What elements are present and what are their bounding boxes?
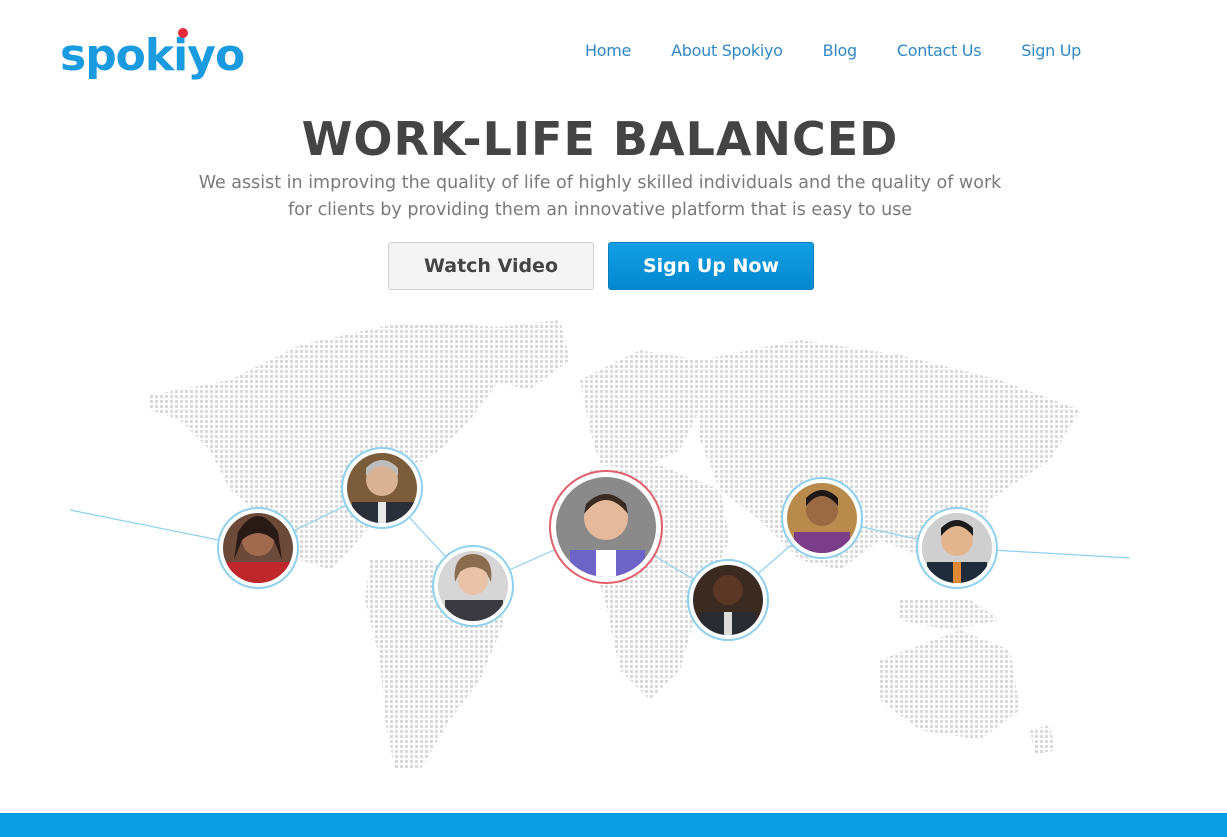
nav-about[interactable]: About Spokiyo xyxy=(671,41,783,60)
nav-contact[interactable]: Contact Us xyxy=(897,41,982,60)
avatar-woman-blonde[interactable] xyxy=(432,545,515,630)
avatar-woman-red-dress[interactable] xyxy=(217,507,300,592)
sign-up-now-button[interactable]: Sign Up Now xyxy=(608,242,814,290)
footer-bar xyxy=(0,813,1227,837)
logo-text: spokiyo xyxy=(60,30,245,81)
logo-dot xyxy=(178,28,188,38)
watch-video-button[interactable]: Watch Video xyxy=(388,242,594,290)
avatar-man-suit[interactable] xyxy=(687,559,770,642)
hero-title: WORK-LIFE BALANCED xyxy=(301,112,899,166)
avatar-man-glasses[interactable] xyxy=(916,507,999,592)
avatar-man-smiling-featured[interactable] xyxy=(549,470,663,590)
avatar-man-young[interactable] xyxy=(781,477,864,562)
spokiyo-logo[interactable]: spokiyo xyxy=(60,26,245,86)
avatar-man-grey-hair[interactable] xyxy=(341,447,425,532)
people-network xyxy=(69,447,1131,642)
hero-subtitle: We assist in improving the quality of li… xyxy=(198,173,1002,220)
nav-blog[interactable]: Blog xyxy=(823,41,857,60)
main-nav: Home About Spokiyo Blog Contact Us Sign … xyxy=(585,41,1081,60)
nav-signup[interactable]: Sign Up xyxy=(1021,41,1081,60)
nav-home[interactable]: Home xyxy=(585,41,631,60)
